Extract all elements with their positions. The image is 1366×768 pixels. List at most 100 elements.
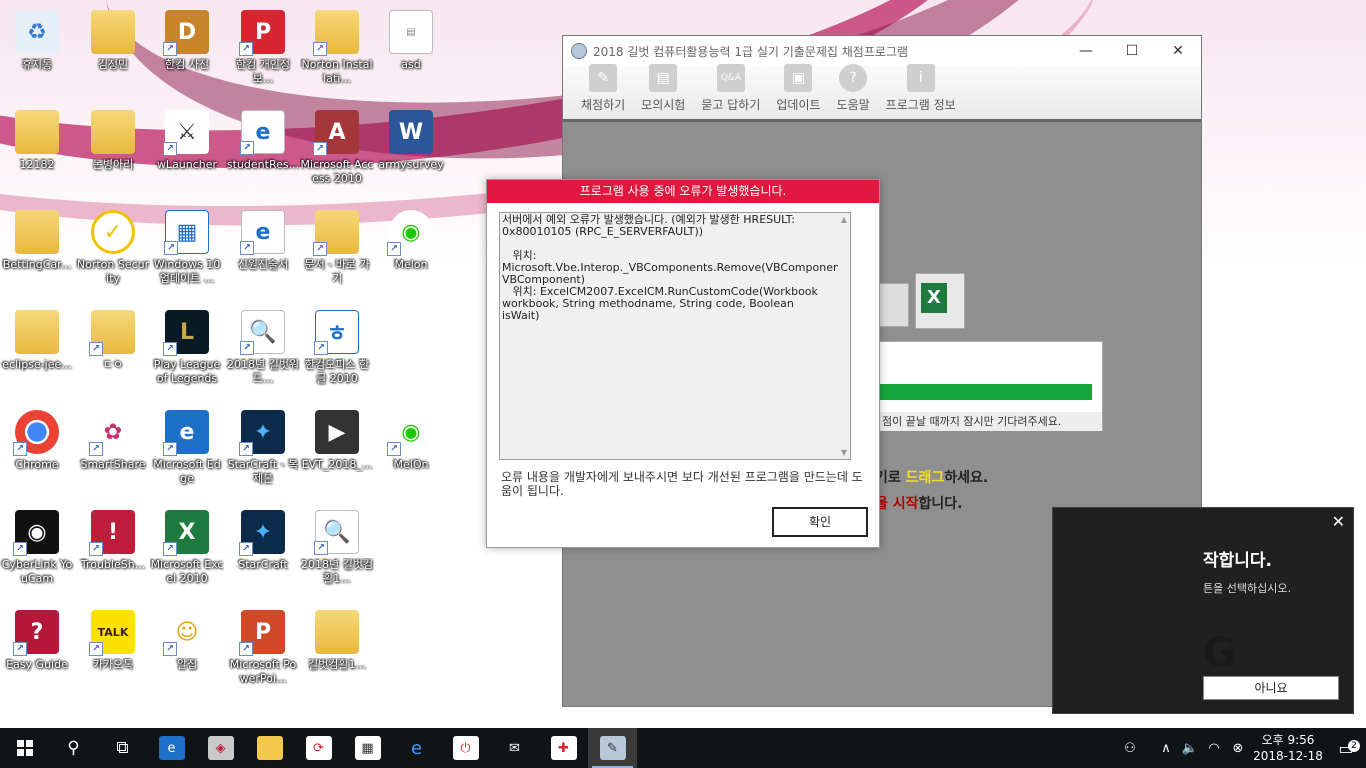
desktop-icon-youcam[interactable]: ◉ ↗ CyberLink YouCam: [0, 504, 74, 600]
desktop-icon-grebe[interactable]: 논병아리: [76, 104, 150, 200]
notification-toast[interactable]: ✕ 작합니다. 튼을 선택하십시오. G 아니요: [1052, 507, 1354, 714]
desktop-icon-melon-2[interactable]: ◉ ↗ MelOn: [374, 404, 448, 500]
desktop-icon-hancom-dict[interactable]: D ↗ 한컴 사전: [150, 4, 224, 100]
alzip-icon: ☺ ↗: [163, 610, 209, 656]
desktop-icon-armysurvey[interactable]: W armysurvey: [374, 104, 448, 200]
action-center-button[interactable]: ▭ 2: [1326, 739, 1366, 758]
desktop-icon-league[interactable]: L ↗ Play League of Legends: [150, 304, 224, 400]
taskbar-store[interactable]: ▦: [343, 728, 392, 768]
people-icon[interactable]: ⚇: [1118, 741, 1142, 756]
scroll-up-icon[interactable]: ▲: [838, 215, 850, 224]
toast-no-button[interactable]: 아니요: [1203, 676, 1339, 700]
question-mark-icon: ?: [839, 64, 868, 92]
desktop-icon-easy-guide[interactable]: ? ↗ Easy Guide: [0, 604, 74, 700]
desktop-icon-troubleshoot[interactable]: ! ↗ TroubleSh...: [76, 504, 150, 600]
desktop-icon-starcraft[interactable]: ✦ ↗ StarCraft: [226, 504, 300, 600]
desktop-icon-gilbut-word[interactable]: 🔍 ↗ 2018년 길벗워드...: [226, 304, 300, 400]
desktop-icon-melon[interactable]: ◉ ↗ Melon: [374, 204, 448, 300]
desktop-icon-hangul-2010[interactable]: ㅎ ↗ 한컴오피스 한글 2010: [300, 304, 374, 400]
wifi-icon[interactable]: ◠: [1202, 741, 1226, 756]
toast-close-button[interactable]: ✕: [1332, 512, 1345, 531]
wlauncher-icon: ⚔ ↗: [163, 110, 209, 156]
recycle-bin-icon: ♻: [15, 10, 59, 54]
desktop-icon-identity-doc[interactable]: e ↗ 신원진술서: [226, 204, 300, 300]
minimize-button[interactable]: —: [1063, 36, 1109, 66]
magnifier-document-icon: 🔍 ↗: [240, 310, 285, 355]
desktop-icon-wlauncher[interactable]: ⚔ ↗ wLauncher: [150, 104, 224, 200]
taskbar-grading-program[interactable]: ✎: [588, 728, 637, 768]
desktop-icon-recycle-bin[interactable]: ♻ 휴지통: [0, 4, 74, 100]
desktop-icon-smartshare[interactable]: ✿ ↗ SmartShare: [76, 404, 150, 500]
taskbar-mail[interactable]: ✉: [490, 728, 539, 768]
desktop-icon-access[interactable]: A ↗ Microsoft Access 2010: [300, 104, 374, 200]
start-button[interactable]: [0, 728, 49, 768]
desktop-icon-gilbut-com1[interactable]: 🔍 ↗ 2018년 길벗컴활1...: [300, 504, 374, 600]
chevron-up-icon[interactable]: ∧: [1154, 741, 1178, 756]
folder-icon: [315, 610, 359, 654]
desktop-icon-asd[interactable]: ▤ asd: [374, 4, 448, 100]
folder-icon: [15, 210, 59, 254]
desktop-icon-powerpoint[interactable]: P ↗ Microsoft PowerPoi...: [226, 604, 300, 700]
taskbar-file-explorer[interactable]: [245, 728, 294, 768]
desktop-icon-hancom-privacy[interactable]: P ↗ 한컴 개인정보...: [226, 4, 300, 100]
desktop-icon-windows-update[interactable]: ▦ ↗ Windows 10 업데이트 ...: [150, 204, 224, 300]
toolbar-qna-button[interactable]: Q&A 묻고 답하기: [693, 64, 768, 119]
desktop-icon-folder-do[interactable]: ↗ ㄷㅇ: [76, 304, 150, 400]
ok-button[interactable]: 확인: [772, 507, 868, 537]
error-dialog[interactable]: 프로그램 사용 중에 오류가 발생했습니다. 서버에서 예외 오류가 발생했습니…: [486, 179, 880, 548]
desktop-icon-documents-shortcut[interactable]: ↗ 문서 - 바로 가기: [300, 204, 374, 300]
starcraft-icon: ✦ ↗: [239, 410, 285, 456]
disconnect-icon[interactable]: ⊗: [1226, 741, 1250, 756]
desktop-icon-edge[interactable]: e ↗ Microsoft Edge: [150, 404, 224, 500]
desktop-icon-chrome[interactable]: ↗ Chrome: [0, 404, 74, 500]
taskbar-medical-app[interactable]: ✚: [539, 728, 588, 768]
dictionary-icon: D ↗: [163, 10, 209, 56]
taskbar-sync-app[interactable]: ⟳: [294, 728, 343, 768]
desktop-icon-folder-12182[interactable]: 12182: [0, 104, 74, 200]
desktop-icon-gilbut-folder[interactable]: 길벗컴활1...: [300, 604, 374, 700]
desktop-icon-alzip[interactable]: ☺ ↗ 알집: [150, 604, 224, 700]
clock-date: 2018-12-18: [1253, 749, 1323, 763]
magnifier-document-icon: 🔍 ↗: [314, 510, 359, 555]
window-title-bar[interactable]: 2018 길벗 컴퓨터활용능력 1급 실기 기출문제집 채점프로그램 — ☐ ✕: [563, 36, 1201, 66]
desktop-icon-eclipse[interactable]: eclipse-jee...: [0, 304, 74, 400]
folder-icon: [91, 110, 135, 154]
app-toolbar: ✎ 채점하기 ▤ 모의시험 Q&A 묻고 답하기 ▣ 업데이트 ? 도움말 i …: [563, 64, 1201, 122]
desktop-icon-excel[interactable]: X ↗ Microsoft Excel 2010: [150, 504, 224, 600]
desktop-icon-evt-video[interactable]: ▶ EVT_2018_...: [300, 404, 374, 500]
error-note: 오류 내용을 개발자에게 보내주시면 보다 개선된 프로그램을 만드는데 도움이…: [501, 470, 863, 498]
taskbar-ie[interactable]: e: [392, 728, 441, 768]
taskbar: ⚲ ⧉ e ◈ ⟳ ▦ e ⏻ ✉ ✚ ✎ ⚇ ∧ 🔈 ◠ ⊗ 오후 9:56 …: [0, 728, 1366, 768]
error-message-scrollbar[interactable]: ▲ ▼: [838, 213, 850, 459]
volume-icon[interactable]: 🔈: [1178, 741, 1202, 756]
desktop-icon-starcraft-copy[interactable]: ✦ ↗ StarCraft - 복제본: [226, 404, 300, 500]
toolbar-help-button[interactable]: ? 도움말: [829, 64, 878, 119]
edge-icon: e: [158, 736, 185, 760]
task-view-button[interactable]: ⧉: [98, 728, 147, 768]
taskbar-power-app[interactable]: ⏻: [441, 728, 490, 768]
maximize-button[interactable]: ☐: [1109, 36, 1155, 66]
scroll-down-icon[interactable]: ▼: [838, 448, 850, 457]
store-bag-icon: ▦: [354, 736, 381, 760]
access-icon: A ↗: [313, 110, 359, 156]
desktop-icon-studentres[interactable]: e ↗ studentRes...: [226, 104, 300, 200]
toolbar-grade-button[interactable]: ✎ 채점하기: [573, 64, 633, 119]
desktop-icon-kimjungmin[interactable]: 김정민: [76, 4, 150, 100]
desktop-icon-norton-security[interactable]: ✓ Norton Security: [76, 204, 150, 300]
desktop-icon-norton-install[interactable]: ↗ Norton Installati...: [300, 4, 374, 100]
taskbar-app-red[interactable]: ◈: [196, 728, 245, 768]
document-icon: e ↗: [240, 210, 285, 255]
search-button[interactable]: ⚲: [49, 728, 98, 768]
clock[interactable]: 오후 9:56 2018-12-18: [1250, 732, 1326, 764]
desktop-icon-kakaotalk[interactable]: TALK ↗ 카카오톡: [76, 604, 150, 700]
taskbar-edge[interactable]: e: [147, 728, 196, 768]
close-button[interactable]: ✕: [1155, 36, 1201, 66]
toolbar-program-info-button[interactable]: i 프로그램 정보: [878, 64, 964, 119]
folder-icon: ↗: [313, 210, 359, 256]
toolbar-update-button[interactable]: ▣ 업데이트: [768, 64, 828, 119]
folder-icon: [15, 110, 59, 154]
desktop-icon-bettingcar[interactable]: BettingCar...: [0, 204, 74, 300]
error-message-textbox[interactable]: 서버에서 예외 오류가 발생했습니다. (예외가 발생한 HRESULT: 0x…: [499, 212, 851, 460]
hangul-icon: ㅎ ↗: [314, 310, 359, 355]
toolbar-mock-exam-button[interactable]: ▤ 모의시험: [633, 64, 693, 119]
